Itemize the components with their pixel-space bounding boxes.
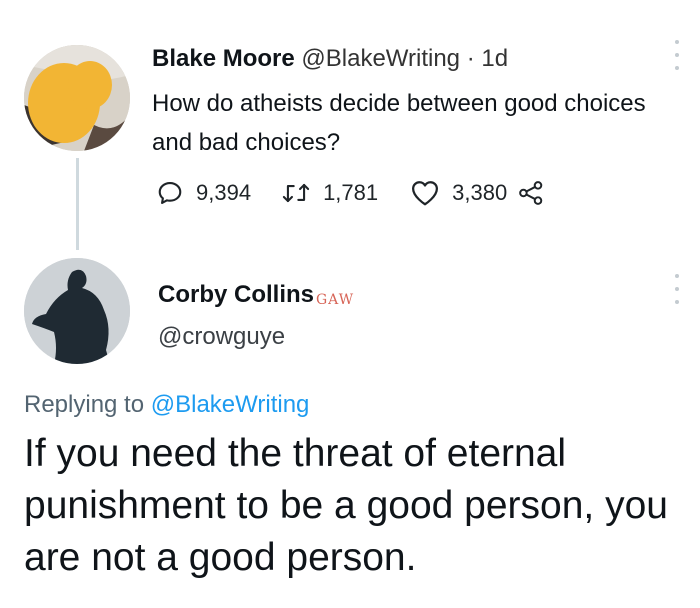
author-name[interactable]: Blake Moore (152, 45, 295, 72)
retweet-button[interactable]: 1,781 (281, 179, 378, 207)
header-separator: · (460, 45, 482, 72)
author-handle[interactable]: @BlakeWriting (301, 45, 460, 72)
retweet-count: 1,781 (323, 180, 379, 205)
avatar[interactable] (24, 45, 130, 151)
replying-prefix: Replying to (24, 391, 151, 418)
reply-author-name[interactable]: Corby Collins (158, 280, 314, 310)
tweet-text: How do atheists decide between good choi… (152, 90, 646, 156)
like-count: 3,380 (452, 180, 508, 205)
like-button[interactable]: 3,380 (410, 179, 507, 207)
share-icon (519, 181, 543, 205)
reply-more-icon[interactable] (674, 274, 680, 304)
reply-avatar-image (24, 258, 130, 364)
watermark: GAW (316, 292, 355, 308)
replying-mention-link[interactable]: @BlakeWriting (151, 391, 310, 418)
reply-text: If you need the threat of eternal punish… (24, 432, 668, 579)
reply-avatar[interactable] (24, 258, 130, 364)
tweet-header: Blake Moore @BlakeWriting · 1d (152, 44, 508, 74)
more-icon[interactable] (674, 40, 680, 70)
thread-line (76, 158, 79, 250)
tweet-actions: 9,394 1,781 3,380 (156, 176, 545, 210)
avatar-image (24, 45, 130, 151)
retweet-icon (282, 183, 310, 203)
share-button[interactable] (517, 179, 545, 207)
reply-button[interactable]: 9,394 (156, 179, 251, 207)
like-icon (412, 181, 439, 206)
reply-author-handle[interactable]: @crowguye (158, 322, 285, 352)
reply-count: 9,394 (196, 180, 252, 205)
reply-icon (158, 182, 182, 204)
replying-to: Replying to @BlakeWriting (24, 390, 309, 420)
tweet-time[interactable]: 1d (481, 45, 508, 72)
